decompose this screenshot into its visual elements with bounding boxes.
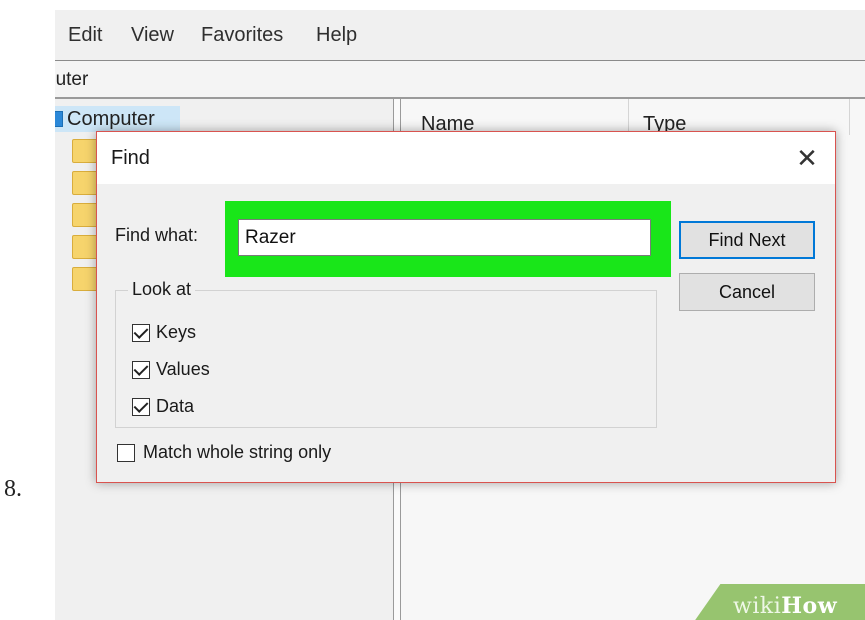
keys-checkbox[interactable] (132, 324, 150, 342)
address-bar[interactable]: puter (55, 61, 865, 99)
match-whole-label[interactable]: Match whole string only (143, 442, 331, 463)
find-dialog: Find ✕ Find what: Find Next Cancel Look … (96, 131, 836, 483)
check-icon (133, 398, 149, 413)
menu-favorites[interactable]: Favorites (201, 24, 283, 47)
column-separator[interactable] (628, 99, 629, 135)
address-text: puter (55, 69, 89, 90)
values-checkbox[interactable] (132, 361, 150, 379)
close-icon[interactable]: ✕ (787, 138, 827, 178)
data-label[interactable]: Data (156, 396, 194, 417)
menu-help[interactable]: Help (316, 24, 357, 47)
computer-icon (55, 111, 63, 127)
tree-root-label: Computer (67, 108, 155, 130)
check-icon (133, 361, 149, 376)
match-whole-checkbox[interactable] (117, 444, 135, 462)
registry-editor-window: Edit View Favorites Help puter Computer … (55, 10, 865, 620)
step-number: 8. (4, 476, 22, 502)
column-separator[interactable] (849, 99, 850, 135)
menu-view[interactable]: View (131, 24, 174, 47)
dialog-titlebar[interactable]: Find ✕ (97, 132, 835, 184)
menu-edit[interactable]: Edit (68, 24, 102, 47)
check-icon (133, 324, 149, 339)
find-next-button[interactable]: Find Next (679, 221, 815, 259)
find-what-label: Find what: (115, 225, 199, 245)
find-what-input[interactable] (238, 219, 651, 256)
look-at-label: Look at (128, 279, 196, 300)
dialog-title: Find (111, 147, 150, 169)
menu-bar: Edit View Favorites Help (55, 10, 865, 61)
tree-item-computer[interactable]: Computer (55, 106, 180, 132)
data-checkbox[interactable] (132, 398, 150, 416)
values-label[interactable]: Values (156, 359, 210, 380)
look-at-group: Look at Keys Values Data (115, 279, 657, 428)
cancel-button[interactable]: Cancel (679, 273, 815, 311)
wikihow-watermark: wikiHow (733, 593, 838, 619)
keys-label[interactable]: Keys (156, 322, 196, 343)
